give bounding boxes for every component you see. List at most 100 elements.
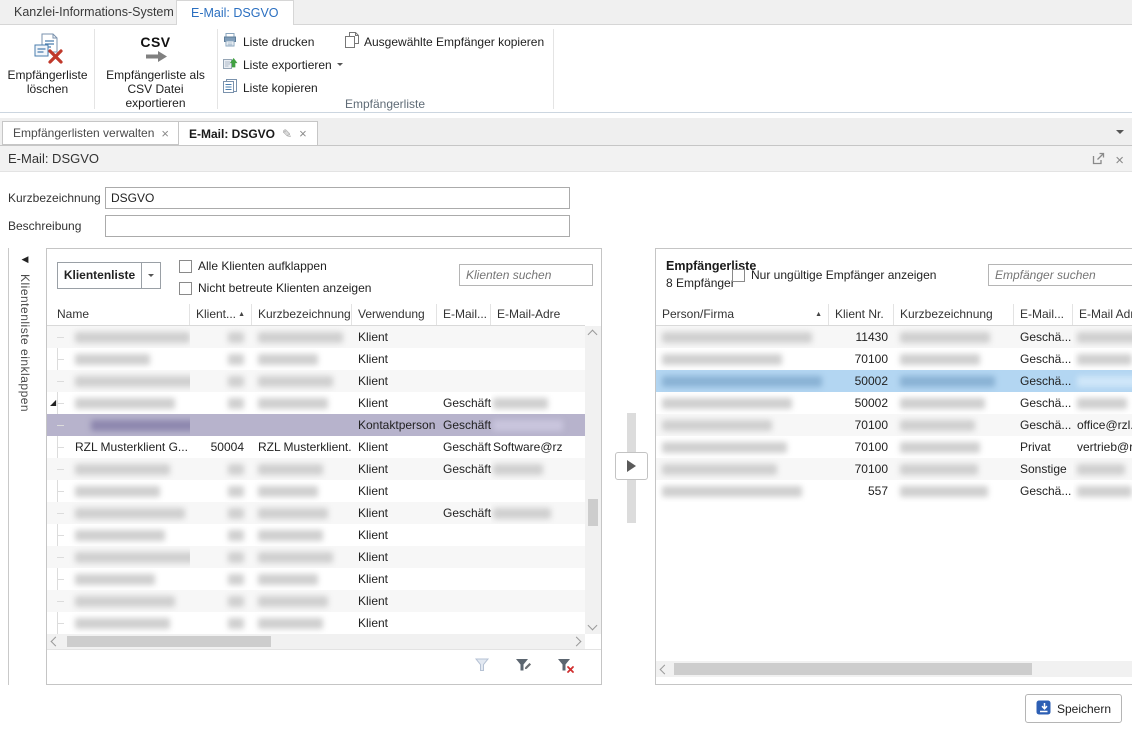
copy-list-button[interactable]: Liste kopieren <box>222 77 318 98</box>
column-header-person-firma[interactable]: Person/Firma▲ <box>656 304 829 325</box>
empfaenger-table-row[interactable]: 50002Geschä... <box>656 370 1132 392</box>
table-cell <box>252 568 352 590</box>
table-cell <box>47 392 190 414</box>
column-header-email-adresse[interactable]: E-Mail Adre <box>1073 304 1132 325</box>
klienten-table-row[interactable]: RZL Musterklient G...50004RZL Musterklie… <box>47 436 585 458</box>
redacted-text <box>258 486 318 497</box>
empfaenger-table-row[interactable]: 50002Geschä... <box>656 392 1132 414</box>
klienten-table-row[interactable]: Klient <box>47 612 585 634</box>
save-button[interactable]: Speichern <box>1025 694 1122 723</box>
checkbox-icon[interactable] <box>179 282 192 295</box>
printer-icon <box>222 32 238 51</box>
klienten-table-row[interactable]: Klient <box>47 370 585 392</box>
klienten-table-row[interactable]: Klient <box>47 326 585 348</box>
klientenliste-dropdown[interactable]: Klientenliste <box>57 262 161 289</box>
scroll-right-icon[interactable] <box>572 637 582 647</box>
column-header-email-adresse[interactable]: E-Mail-Adre <box>491 304 585 325</box>
klienten-table-row[interactable]: KlientGeschäft.. <box>47 458 585 480</box>
popout-icon[interactable] <box>1092 152 1105 168</box>
horizontal-scrollbar[interactable] <box>656 661 1132 677</box>
tab-email-dsgvo-document[interactable]: E-Mail: DSGVO ✎ × <box>178 121 318 146</box>
klienten-table-row[interactable]: Klient <box>47 546 585 568</box>
beschreibung-field[interactable] <box>105 215 570 237</box>
close-icon[interactable]: × <box>161 126 169 141</box>
tab-empfaengerlisten-verwalten[interactable]: Empfängerlisten verwalten × <box>2 121 180 145</box>
vertical-scrollbar[interactable] <box>585 326 601 634</box>
export-list-button[interactable]: Liste exportieren <box>222 54 343 75</box>
tab-email-dsgvo[interactable]: E-Mail: DSGVO <box>176 0 294 25</box>
tab-kanzlei-informations-system[interactable]: Kanzlei-Informations-System <box>0 0 188 24</box>
column-header-email[interactable]: E-Mail... <box>437 304 491 325</box>
column-header-klient-nr[interactable]: Klient Nr. <box>829 304 894 325</box>
table-cell: Klient <box>352 326 437 348</box>
column-header-kurzbezeichnung[interactable]: Kurzbezeichnung <box>252 304 352 325</box>
table-cell: Geschä... <box>1014 392 1073 414</box>
klienten-table-row[interactable]: Klient <box>47 480 585 502</box>
redacted-text <box>258 398 328 409</box>
table-cell: Klient <box>352 502 437 524</box>
column-header-email[interactable]: E-Mail... <box>1014 304 1073 325</box>
tab-list-chevron-icon[interactable] <box>1116 130 1124 134</box>
filter-clear-icon[interactable] <box>557 657 575 677</box>
klientenliste-panel: Klientenliste Alle Klienten aufklappen N… <box>46 248 602 685</box>
table-cell <box>1073 392 1132 414</box>
scroll-up-icon[interactable] <box>588 330 598 340</box>
redacted-text <box>228 332 244 343</box>
empfaenger-table-body: 11430Geschä...70100Geschä...50002Geschä.… <box>656 326 1132 502</box>
column-header-klient-nr[interactable]: Klient...▲ <box>190 304 252 325</box>
empfaenger-table-row[interactable]: 11430Geschä... <box>656 326 1132 348</box>
checkbox-alle-klienten-aufklappen[interactable]: Alle Klienten aufklappen <box>179 259 327 273</box>
klienten-table-row[interactable]: Klient <box>47 348 585 370</box>
empfaenger-table-row[interactable]: 70100Sonstige <box>656 458 1132 480</box>
table-cell <box>190 546 252 568</box>
column-header-name[interactable]: Name <box>47 304 190 325</box>
delete-recipient-list-button[interactable]: Empfängerliste löschen <box>2 28 93 109</box>
table-cell <box>656 326 829 348</box>
close-icon[interactable]: × <box>1115 154 1124 167</box>
filter-from-selection-icon[interactable] <box>474 657 491 677</box>
tree-expand-icon[interactable]: ◢ <box>50 399 56 407</box>
column-header-kurzbezeichnung[interactable]: Kurzbezeichnung <box>894 304 1014 325</box>
checkbox-nur-ungueltige-empfaenger[interactable]: Nur ungültige Empfänger anzeigen <box>732 268 936 282</box>
table-cell: Privat <box>1014 436 1073 458</box>
horizontal-scrollbar[interactable] <box>47 634 585 649</box>
table-cell <box>894 370 1014 392</box>
table-cell: Sonstige <box>1014 458 1073 480</box>
klienten-table-row[interactable]: KlientGeschäft. <box>47 502 585 524</box>
scrollbar-thumb[interactable] <box>588 499 598 526</box>
klienten-table-row[interactable]: KontaktpersonGeschäft. <box>47 414 585 436</box>
save-icon <box>1036 700 1051 718</box>
table-cell: Klient <box>352 348 437 370</box>
pencil-icon: ✎ <box>282 127 292 141</box>
checkbox-icon[interactable] <box>732 269 745 282</box>
filter-edit-icon[interactable] <box>515 657 533 677</box>
close-icon[interactable]: × <box>299 126 307 141</box>
checkbox-nicht-betreute-klienten[interactable]: Nicht betreute Klienten anzeigen <box>179 281 371 295</box>
collapse-left-icon[interactable]: ◀ <box>22 254 29 265</box>
empfaenger-table-row[interactable]: 70100Privatvertrieb@rz <box>656 436 1132 458</box>
klienten-table-row[interactable]: KlientGeschäft.◢ <box>47 392 585 414</box>
kurzbezeichnung-field[interactable] <box>105 187 570 209</box>
scroll-left-icon[interactable] <box>660 665 670 675</box>
klienten-search-input[interactable] <box>459 264 593 286</box>
scroll-down-icon[interactable] <box>588 621 598 631</box>
empfaenger-table-row[interactable]: 70100Geschä... <box>656 348 1132 370</box>
scrollbar-thumb[interactable] <box>674 663 1032 675</box>
redacted-text <box>493 464 543 475</box>
scrollbar-thumb[interactable] <box>67 636 271 647</box>
print-list-button[interactable]: Liste drucken <box>222 31 314 52</box>
checkbox-icon[interactable] <box>179 260 192 273</box>
export-csv-button[interactable]: CSV Empfängerliste als CSV Datei exporti… <box>96 28 215 109</box>
empfaenger-search-input[interactable] <box>988 264 1132 286</box>
klienten-table-row[interactable]: Klient <box>47 590 585 612</box>
redacted-text <box>1077 332 1132 343</box>
empfaenger-table-row[interactable]: 70100Geschä...office@rzl.a <box>656 414 1132 436</box>
add-to-recipient-list-button[interactable] <box>615 452 648 480</box>
empfaenger-table-row[interactable]: 557Geschä... <box>656 480 1132 502</box>
copy-selected-recipients-button[interactable]: Ausgewählte Empfänger kopieren <box>345 31 544 52</box>
klientenliste-collapse-strip[interactable]: ◀ Klientenliste einklappen <box>8 248 41 685</box>
klienten-table-row[interactable]: Klient <box>47 524 585 546</box>
klienten-table-row[interactable]: Klient <box>47 568 585 590</box>
scroll-left-icon[interactable] <box>51 637 61 647</box>
column-header-verwendung[interactable]: Verwendung <box>352 304 437 325</box>
